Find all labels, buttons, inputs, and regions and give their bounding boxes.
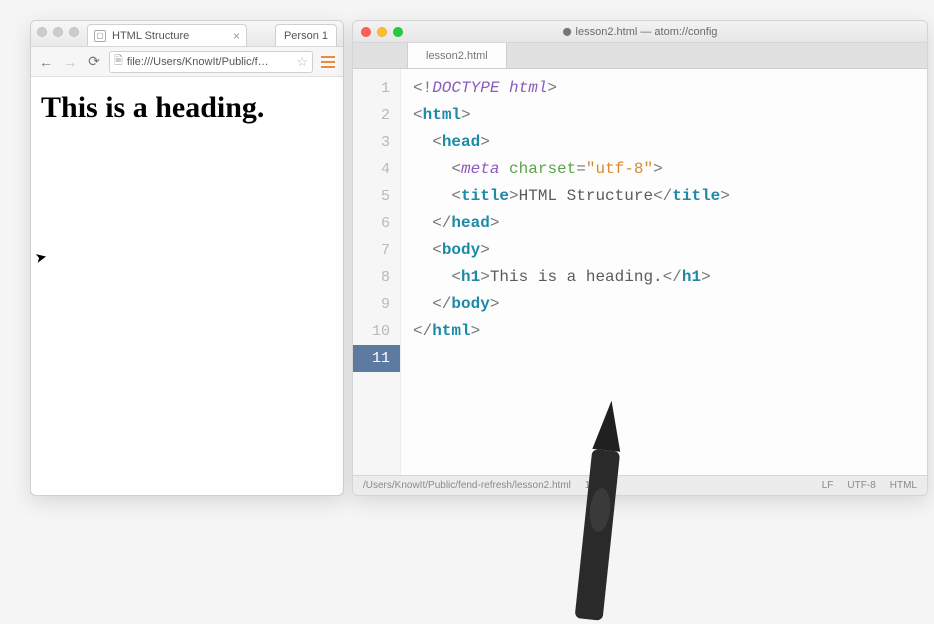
page-viewport: This is a heading. [31,77,343,495]
profile-label: Person 1 [284,30,328,42]
line-number[interactable]: 6 [353,210,400,237]
file-icon: 🗎 [114,52,123,71]
line-number[interactable]: 3 [353,129,400,156]
line-number[interactable]: 5 [353,183,400,210]
editor-tab-label: lesson2.html [426,50,488,62]
line-number[interactable]: 2 [353,102,400,129]
browser-toolbar: ← → ⟳ 🗎 file:///Users/KnowIt/Public/f… ☆ [31,47,343,77]
menu-button[interactable] [319,56,337,68]
status-line-ending[interactable]: LF [822,480,834,491]
maximize-icon[interactable] [69,27,79,37]
file-icon: ▢ [94,30,106,42]
line-number[interactable]: 8 [353,264,400,291]
forward-button[interactable]: → [61,53,79,71]
close-tab-icon[interactable]: × [233,30,240,42]
address-bar[interactable]: 🗎 file:///Users/KnowIt/Public/f… ☆ [109,51,313,73]
close-icon[interactable] [361,27,371,37]
line-number[interactable]: 7 [353,237,400,264]
editor-statusbar: /Users/KnowIt/Public/fend-refresh/lesson… [353,475,927,495]
minimize-icon[interactable] [53,27,63,37]
code-area[interactable]: <!DOCTYPE html> <html> <head> <meta char… [401,69,927,475]
maximize-icon[interactable] [393,27,403,37]
editor-tab[interactable]: lesson2.html [408,43,507,68]
atom-editor-window: ⬤lesson2.html — atom://config lesson2.ht… [352,20,928,496]
editor-body: 1 2 3 4 5 6 7 8 9 10 11 <!DOCTYPE html> … [353,69,927,475]
editor-tabbar: lesson2.html [353,43,927,69]
profile-button[interactable]: Person 1 [275,24,337,46]
browser-tabstrip: ▢ HTML Structure × Person 1 [31,21,343,47]
editor-window-controls[interactable] [361,27,403,37]
window-title: ⬤lesson2.html — atom://config [353,26,927,38]
url-text: file:///Users/KnowIt/Public/f… [127,56,292,68]
editor-titlebar: ⬤lesson2.html — atom://config [353,21,927,43]
minimize-icon[interactable] [377,27,387,37]
status-cursor-pos[interactable]: 11: [585,480,598,491]
back-button[interactable]: ← [37,53,55,71]
line-number[interactable]: 10 [353,318,400,345]
tab-spacer [353,43,408,68]
browser-tab-title: HTML Structure [112,30,227,42]
reload-button[interactable]: ⟳ [85,53,103,71]
status-filepath[interactable]: /Users/KnowIt/Public/fend-refresh/lesson… [363,480,571,491]
status-language[interactable]: HTML [890,480,917,491]
page-heading: This is a heading. [41,91,333,125]
bookmark-star-icon[interactable]: ☆ [296,54,308,70]
browser-window-controls[interactable] [37,27,79,37]
line-number[interactable]: 9 [353,291,400,318]
browser-tab[interactable]: ▢ HTML Structure × [87,24,247,46]
line-number[interactable]: 4 [353,156,400,183]
status-encoding[interactable]: UTF-8 [847,480,875,491]
chrome-browser-window: ▢ HTML Structure × Person 1 ← → ⟳ 🗎 file… [30,20,344,496]
close-icon[interactable] [37,27,47,37]
line-number[interactable]: 1 [353,75,400,102]
line-number-current[interactable]: 11 [353,345,400,372]
line-number-gutter: 1 2 3 4 5 6 7 8 9 10 11 [353,69,401,475]
unsaved-indicator-icon: ⬤ [563,27,572,36]
